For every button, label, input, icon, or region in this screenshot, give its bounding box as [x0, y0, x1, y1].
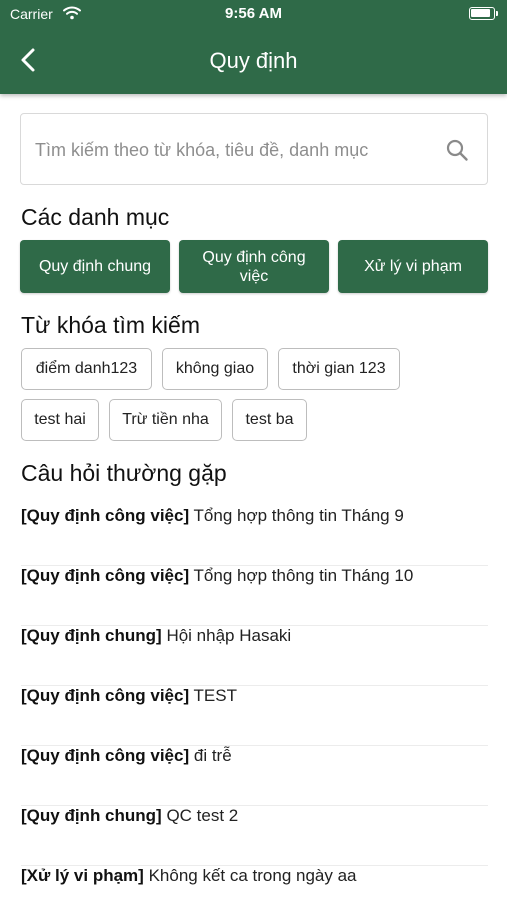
faq-item-title: Tổng hợp thông tin Tháng 10 — [193, 566, 414, 585]
search-box[interactable] — [20, 113, 488, 185]
faq-item-category: [Quy định chung] — [21, 626, 162, 645]
status-time: 9:56 AM — [225, 5, 282, 22]
faq-item-category: [Quy định công việc] — [21, 746, 190, 765]
faq-item-text: [Quy định chung] QC test 2 — [21, 806, 238, 826]
faq-item-title: Tổng hợp thông tin Tháng 9 — [193, 506, 404, 525]
faq-item[interactable]: [Quy định công việc] TEST — [21, 686, 488, 746]
keyword-chip[interactable]: test hai — [21, 399, 99, 441]
faq-item-category: [Quy định công việc] — [21, 566, 190, 585]
faq-item-text: [Quy định chung] Hội nhập Hasaki — [21, 626, 291, 646]
keywords-title: Từ khóa tìm kiếm — [21, 312, 200, 338]
faq-item-text: [Quy định công việc] Tổng hợp thông tin … — [21, 566, 413, 586]
faq-item-title: Không kết ca trong ngày aa — [148, 866, 357, 885]
faq-item-text: [Quy định công việc] TEST — [21, 686, 237, 706]
category-button-quy-dinh-cong-viec[interactable]: Quy định công việc — [179, 240, 329, 293]
faq-item-title: đi trễ — [193, 746, 232, 765]
faq-item-category: [Quy định chung] — [21, 806, 162, 825]
faq-item[interactable]: [Quy định chung] QC test 2 — [21, 806, 488, 866]
faq-item[interactable]: [Xử lý vi phạm] Không kết ca trong ngày … — [21, 866, 488, 900]
app-header: Carrier 9:56 AM Quy định — [0, 0, 507, 94]
battery-icon — [469, 7, 498, 20]
keyword-chip[interactable]: test ba — [232, 399, 307, 441]
faq-item-text: [Xử lý vi phạm] Không kết ca trong ngày … — [21, 866, 357, 886]
faq-item-title: TEST — [193, 686, 237, 705]
page-title: Quy định — [209, 48, 298, 73]
faq-item-title: Hội nhập Hasaki — [166, 626, 292, 645]
faq-item-text: [Quy định công việc] Tổng hợp thông tin … — [21, 506, 404, 526]
search-icon[interactable] — [445, 138, 469, 162]
faq-item-category: [Quy định công việc] — [21, 506, 190, 525]
faq-title: Câu hỏi thường gặp — [21, 460, 227, 486]
faq-item[interactable]: [Quy định công việc] Tổng hợp thông tin … — [21, 506, 488, 566]
categories-title: Các danh mục — [21, 204, 170, 230]
keyword-chip[interactable]: Trừ tiền nha — [109, 399, 222, 441]
category-button-quy-dinh-chung[interactable]: Quy định chung — [20, 240, 170, 293]
faq-item-title: QC test 2 — [166, 806, 239, 825]
search-input[interactable] — [35, 136, 435, 164]
faq-item[interactable]: [Quy định công việc] đi trễ — [21, 746, 488, 806]
keyword-chip[interactable]: điểm danh123 — [21, 348, 152, 390]
faq-item-category: [Quy định công việc] — [21, 686, 190, 705]
keyword-chip[interactable]: thời gian 123 — [278, 348, 400, 390]
keyword-chip[interactable]: không giao — [162, 348, 268, 390]
faq-item-category: [Xử lý vi phạm] — [21, 866, 144, 885]
faq-item-text: [Quy định công việc] đi trễ — [21, 746, 232, 766]
faq-item[interactable]: [Quy định công việc] Tổng hợp thông tin … — [21, 566, 488, 626]
faq-item[interactable]: [Quy định chung] Hội nhập Hasaki — [21, 626, 488, 686]
category-button-xu-ly-vi-pham[interactable]: Xử lý vi phạm — [338, 240, 488, 293]
status-bar: Carrier 9:56 AM — [0, 0, 507, 28]
